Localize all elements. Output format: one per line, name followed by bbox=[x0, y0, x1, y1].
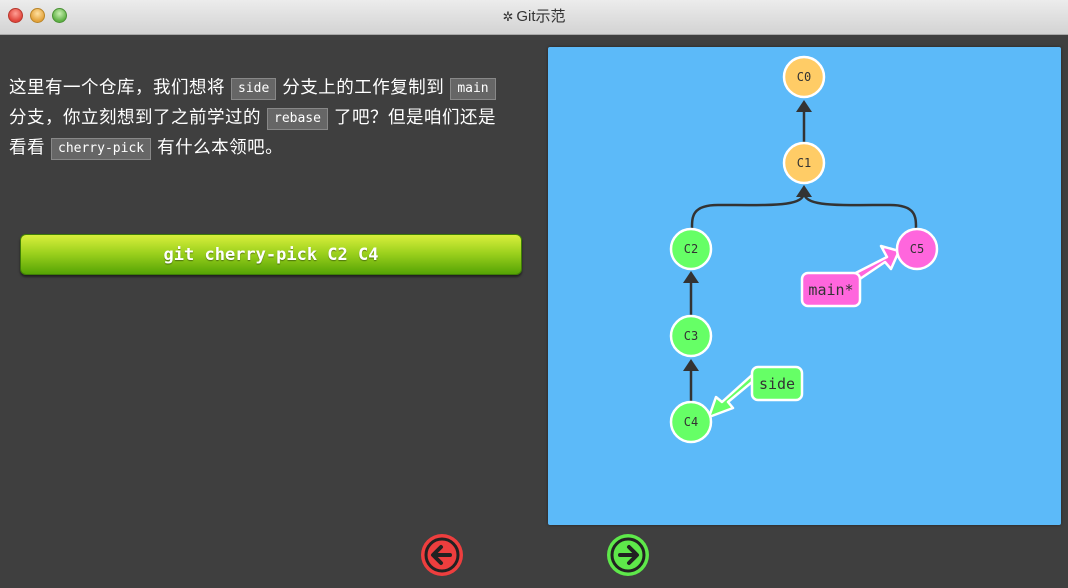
code-rebase: rebase bbox=[267, 108, 328, 130]
svg-text:main*: main* bbox=[808, 281, 853, 299]
git-graph: C0 C1 C2 C3 C4 C5 main* side bbox=[669, 55, 939, 444]
gear-icon: ✲ bbox=[502, 9, 514, 24]
branch-side-arrow bbox=[707, 373, 760, 419]
forward-button[interactable] bbox=[607, 534, 649, 576]
code-main: main bbox=[450, 78, 496, 100]
arrow-left-icon bbox=[424, 537, 460, 573]
edge-arrowhead bbox=[796, 100, 812, 112]
desc-text: 看看 bbox=[9, 138, 45, 158]
window-titlebar: ✲ Git示范 bbox=[0, 0, 1068, 35]
edge-c2-c1 bbox=[690, 191, 806, 229]
window-title: ✲ Git示范 bbox=[0, 0, 1068, 34]
svg-text:C1: C1 bbox=[797, 156, 811, 170]
desc-text: 分支，你立刻想到了之前学过的 bbox=[9, 108, 261, 128]
commit-c2[interactable]: C2 bbox=[669, 227, 713, 271]
commit-c0[interactable]: C0 bbox=[782, 55, 826, 99]
branch-label-main[interactable]: main* bbox=[800, 271, 862, 308]
back-button[interactable] bbox=[421, 534, 463, 576]
edge-arrowhead bbox=[683, 359, 699, 371]
lesson-description: 这里有一个仓库，我们想将 side 分支上的工作复制到 main 分支，你立刻想到了之… bbox=[9, 73, 541, 163]
svg-text:C4: C4 bbox=[684, 415, 698, 429]
git-graph-canvas: C0 C1 C2 C3 C4 C5 main* side bbox=[548, 47, 1061, 525]
edge-arrowhead bbox=[683, 271, 699, 283]
svg-text:C3: C3 bbox=[684, 329, 698, 343]
arrow-right-icon bbox=[610, 537, 646, 573]
code-side: side bbox=[231, 78, 277, 100]
desc-text: 了吧？但是咱们还是 bbox=[333, 108, 496, 128]
window-title-text: Git示范 bbox=[516, 8, 566, 25]
commit-c1[interactable]: C1 bbox=[782, 141, 826, 185]
svg-text:C0: C0 bbox=[797, 70, 811, 84]
code-cherry-pick: cherry-pick bbox=[51, 138, 152, 160]
commit-c4[interactable]: C4 bbox=[669, 400, 713, 444]
commit-c3[interactable]: C3 bbox=[669, 314, 713, 358]
branch-label-side[interactable]: side bbox=[750, 365, 804, 402]
edge-arrowhead bbox=[796, 185, 812, 197]
edge-c5-c1 bbox=[802, 191, 918, 229]
desc-text: 有什么本领吧。 bbox=[157, 138, 284, 158]
commit-c5[interactable]: C5 bbox=[895, 227, 939, 271]
desc-text: 这里有一个仓库，我们想将 bbox=[9, 78, 225, 98]
svg-text:C5: C5 bbox=[910, 242, 924, 256]
svg-text:side: side bbox=[759, 375, 795, 393]
command-label: git cherry-pick C2 C4 bbox=[163, 245, 379, 265]
run-command-button[interactable]: git cherry-pick C2 C4 bbox=[20, 234, 522, 275]
svg-text:C2: C2 bbox=[684, 242, 698, 256]
desc-text: 分支上的工作复制到 bbox=[282, 78, 445, 98]
